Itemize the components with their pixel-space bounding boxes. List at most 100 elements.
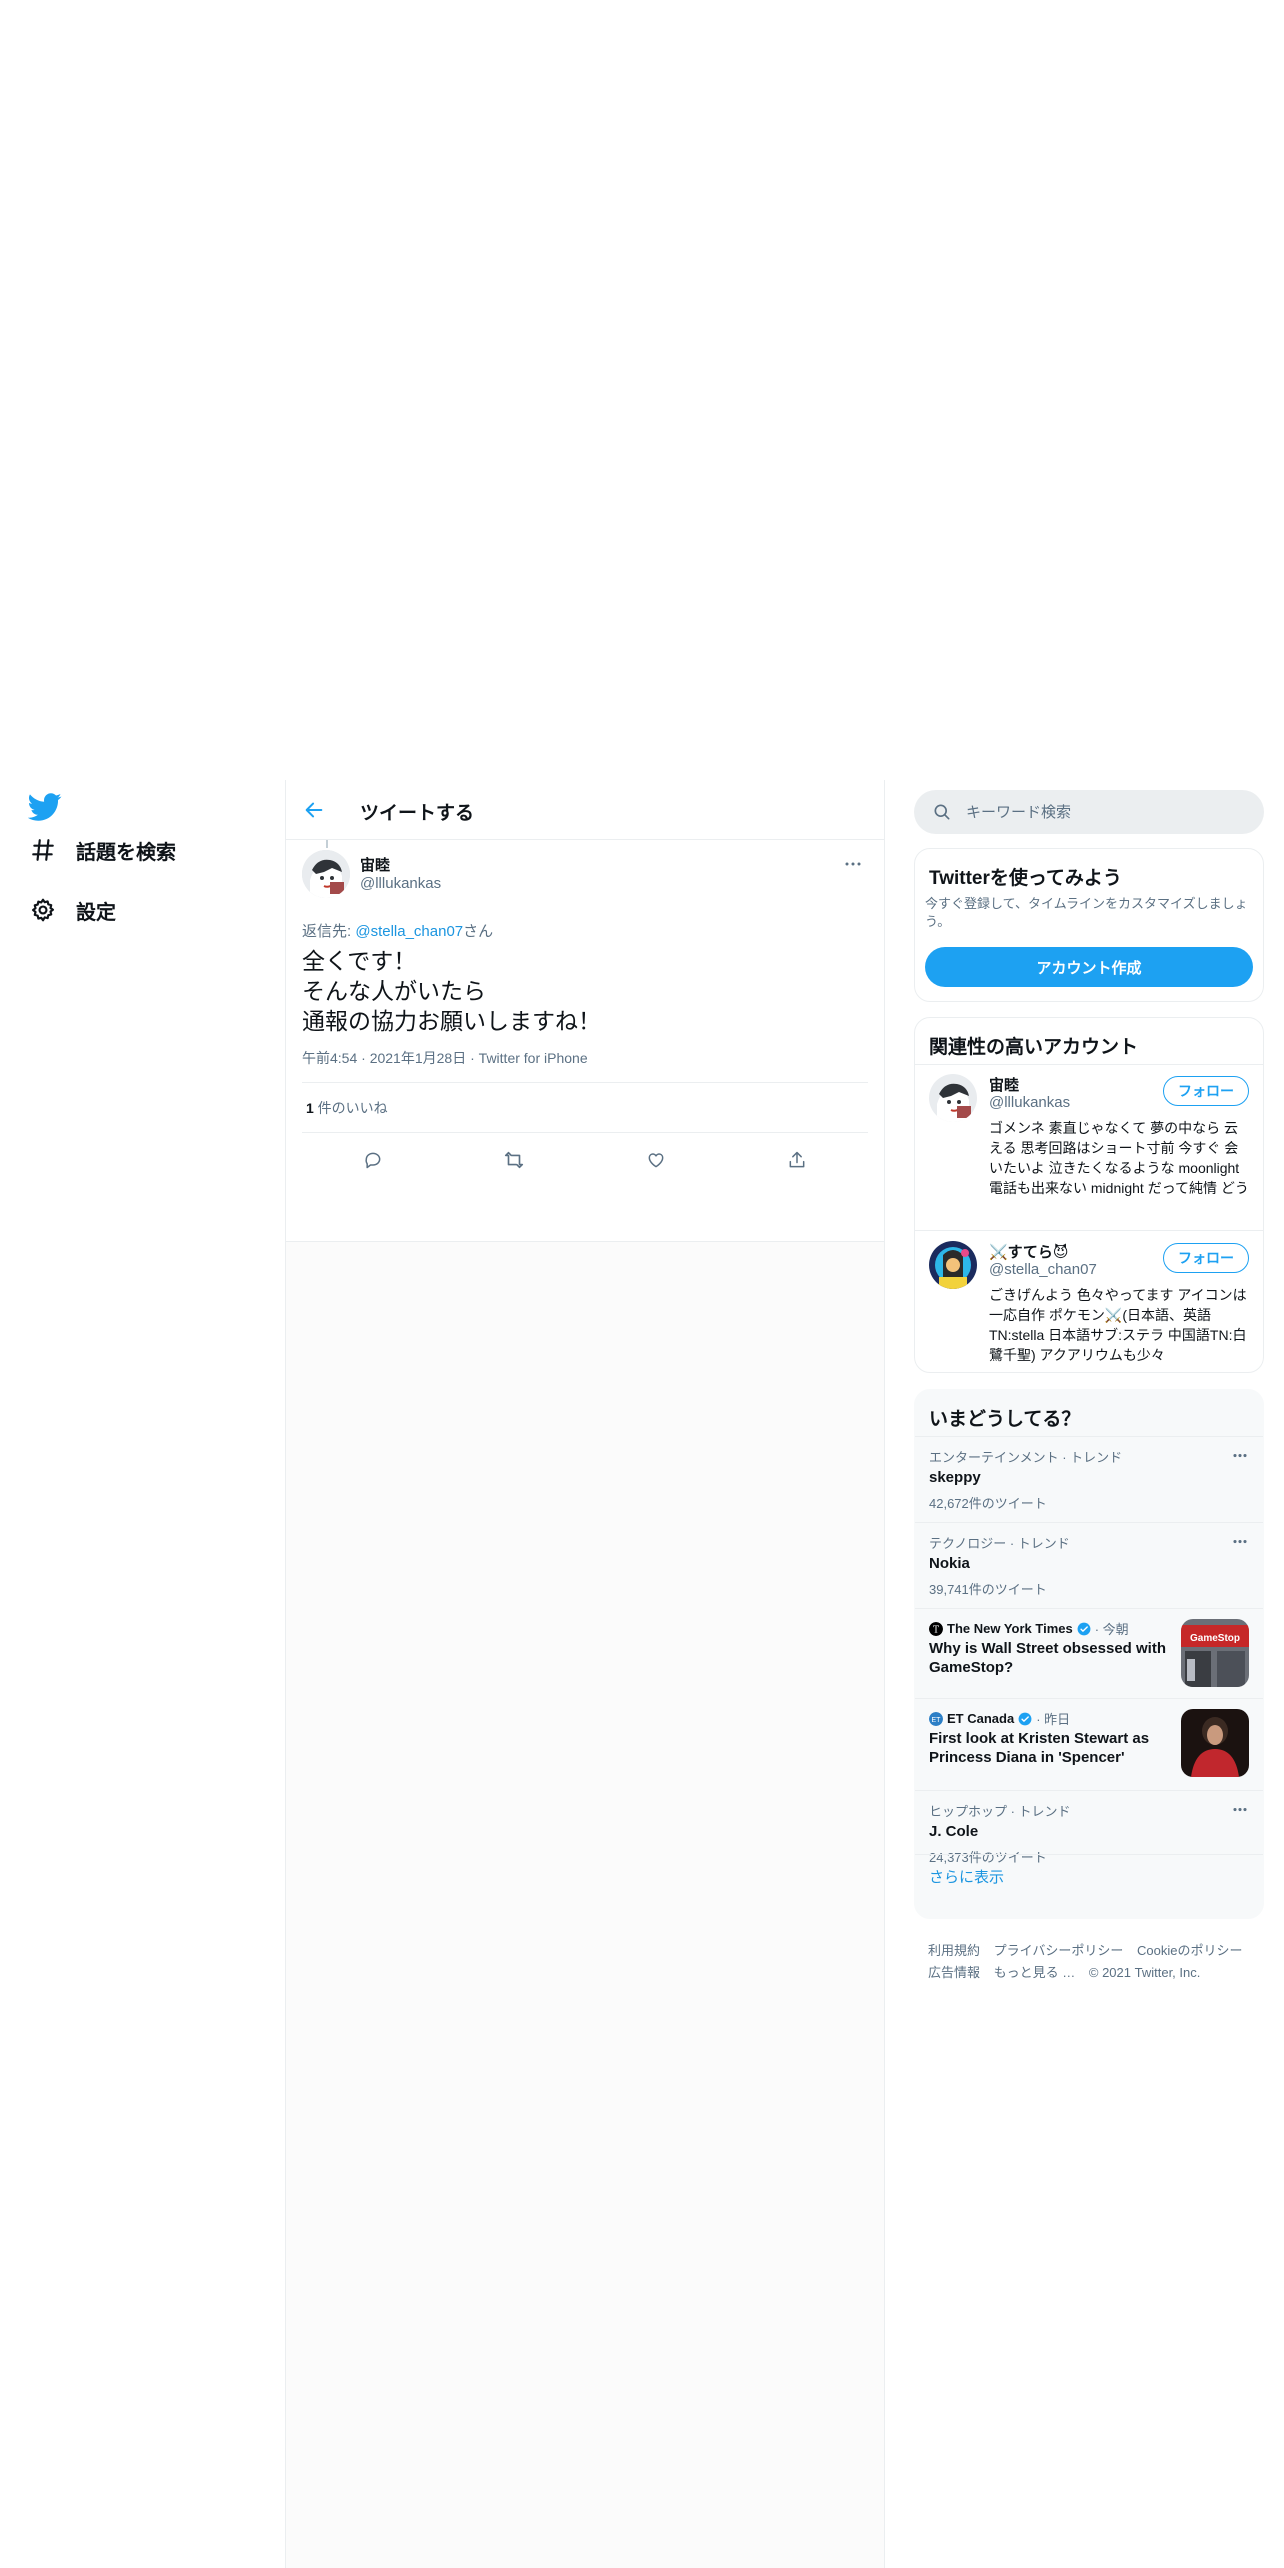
- tweet-author-handle[interactable]: @lllukankas: [360, 875, 441, 892]
- trend-name: skeppy: [929, 1469, 981, 1486]
- nav-explore-label: 話題を検索: [76, 841, 176, 864]
- more-options-icon[interactable]: [1229, 1533, 1251, 1549]
- show-more-link[interactable]: さらに表示: [929, 1866, 1004, 1887]
- search-input[interactable]: [966, 803, 1246, 821]
- trend-count: 39,741件のツイート: [929, 1582, 1047, 1597]
- page-title: ツイートする: [360, 803, 475, 824]
- tweet-date[interactable]: 2021年1月28日: [370, 1050, 467, 1066]
- account-item[interactable]: 宙睦 @lllukankas ゴメンネ 素直じゃなくて 夢の中なら 云える 思考…: [915, 1064, 1263, 1230]
- news-source-name: The New York Times: [947, 1621, 1073, 1636]
- main-header: ツイートする: [286, 780, 884, 840]
- account-item[interactable]: ⚔️すてら😈 @stella_chan07 ごきげんよう 色々やってます アイコ…: [915, 1230, 1263, 1372]
- reply-icon[interactable]: [355, 1142, 391, 1178]
- etcanada-logo-icon: ET: [929, 1711, 943, 1726]
- retweet-icon[interactable]: [496, 1142, 532, 1178]
- heart-icon[interactable]: [638, 1142, 674, 1178]
- footer-link-cookies[interactable]: Cookieのポリシー: [1137, 1943, 1242, 1958]
- tweet-text: 全くです！ そんな人がいたら 通報の協力お願いしますね！: [302, 946, 601, 1036]
- account-handle: @lllukankas: [989, 1094, 1071, 1111]
- follow-button[interactable]: フォロー: [1163, 1076, 1249, 1106]
- signup-description: 今すぐ登録して、タイムラインをカスタマイズしましょう。: [925, 896, 1248, 929]
- more-options-icon[interactable]: [1229, 1447, 1251, 1463]
- trends-title: いまどうしてる？: [929, 1409, 1081, 1430]
- footer: 利用規約 プライバシーポリシー Cookieのポリシー 広告情報 もっと見る ……: [928, 1940, 1258, 1984]
- search-icon: [932, 802, 952, 822]
- back-arrow-icon[interactable]: [296, 792, 332, 828]
- trend-context: エンターテインメント · トレンド: [929, 1450, 1123, 1465]
- tweet-time[interactable]: 午前4:54: [302, 1050, 357, 1066]
- search-bar[interactable]: [914, 790, 1264, 834]
- news-headline: First look at Kristen Stewart as Princes…: [929, 1730, 1150, 1766]
- footer-link-more[interactable]: もっと見る …: [994, 1965, 1076, 1980]
- relevant-title: 関連性の高いアカウント: [929, 1037, 1139, 1058]
- trend-item[interactable]: ヒップホップ · トレンド J. Cole 24,373件のツイート: [915, 1790, 1263, 1865]
- account-bio: ゴメンネ 素直じゃなくて 夢の中なら 云える 思考回路はショート寸前 今すぐ 会…: [989, 1120, 1249, 1196]
- avatar[interactable]: [929, 1241, 977, 1289]
- divider: [302, 1132, 868, 1133]
- trend-name: J. Cole: [929, 1823, 979, 1840]
- tweet-author-name[interactable]: 宙睦: [360, 854, 390, 875]
- nyt-logo-icon: T: [929, 1621, 943, 1636]
- nav-settings[interactable]: 設定: [28, 890, 116, 930]
- tweet-text-line: 全くです！: [302, 948, 417, 974]
- account-handle: @stella_chan07: [989, 1261, 1097, 1278]
- news-source-name: ET Canada: [947, 1711, 1015, 1726]
- more-options-icon[interactable]: [838, 852, 868, 876]
- news-item[interactable]: ET ET Canada · 昨日 First look at Kristen …: [915, 1698, 1263, 1790]
- avatar[interactable]: [302, 850, 350, 898]
- news-source: ET ET Canada · 昨日: [929, 1709, 1070, 1728]
- likes-count: 1: [306, 1100, 314, 1116]
- follow-button[interactable]: フォロー: [1163, 1243, 1249, 1273]
- news-time: · 昨日: [1036, 1712, 1071, 1727]
- reply-to: 返信先: @stella_chan07さん: [302, 920, 493, 941]
- verified-badge-icon: [1018, 1712, 1032, 1725]
- tweet-text-line: そんな人がいたら: [302, 978, 486, 1004]
- footer-link-ads[interactable]: 広告情報: [928, 1965, 980, 1980]
- tweet-timestamp: 午前4:54 · 2021年1月28日 · Twitter for iPhone: [302, 1050, 588, 1066]
- account-name: ⚔️すてら😈: [989, 1244, 1069, 1261]
- trend-name: Nokia: [929, 1555, 970, 1572]
- likes-count-link[interactable]: 1 件のいいね: [306, 1098, 388, 1118]
- trend-item[interactable]: テクノロジー · トレンド Nokia 39,741件のツイート: [915, 1522, 1263, 1608]
- verified-badge-icon: [1077, 1622, 1091, 1635]
- signup-card: Twitterを使ってみよう 今すぐ登録して、タイムラインをカスタマイズしましょ…: [914, 848, 1264, 1002]
- hashtag-icon: [28, 835, 58, 865]
- account-bio: ごきげんよう 色々やってます アイコンは一応自作 ポケモン⚔️(日本語、英語TN…: [989, 1287, 1247, 1363]
- signup-title: Twitterを使ってみよう: [929, 868, 1122, 889]
- tweet-text-line: 通報の協力お願いしますね！: [302, 1008, 601, 1034]
- gear-icon: [28, 895, 58, 925]
- nav-explore[interactable]: 話題を検索: [28, 830, 176, 870]
- trend-item[interactable]: エンターテインメント · トレンド skeppy 42,672件のツイート: [915, 1436, 1263, 1522]
- tweet-detail: 宙睦 @lllukankas 返信先: @stella_chan07さん 全くで…: [286, 840, 884, 1242]
- avatar[interactable]: [929, 1074, 977, 1122]
- more-options-icon[interactable]: [1229, 1801, 1251, 1817]
- svg-text:ET: ET: [932, 1717, 942, 1724]
- trends-card: いまどうしてる？ エンターテインメント · トレンド skeppy 42,672…: [914, 1389, 1264, 1919]
- news-thumbnail: [1181, 1709, 1249, 1777]
- create-account-button[interactable]: アカウント作成: [925, 947, 1253, 987]
- footer-link-terms[interactable]: 利用規約: [928, 1943, 980, 1958]
- account-name: 宙睦: [989, 1077, 1020, 1094]
- trend-context: ヒップホップ · トレンド: [929, 1804, 1071, 1819]
- reply-suffix: さん: [463, 923, 494, 940]
- main-column: ツイートする 宙睦 @lllukankas 返信先: @stella_chan0…: [285, 780, 885, 2568]
- news-item[interactable]: T The New York Times · 今朝 Why is Wall St…: [915, 1608, 1263, 1698]
- news-thumbnail: GameStop: [1181, 1619, 1249, 1687]
- tweet-actions: [302, 1136, 868, 1184]
- relevant-accounts-card: 関連性の高いアカウント 宙睦 @lllukankas ゴメンネ 素直じゃなくて …: [914, 1017, 1264, 1373]
- svg-text:T: T: [933, 1625, 939, 1635]
- divider: [302, 1082, 868, 1083]
- share-icon[interactable]: [779, 1142, 815, 1178]
- news-thumbnail-text: GameStop: [1190, 1633, 1240, 1644]
- reply-prefix: 返信先:: [302, 923, 356, 940]
- nav-settings-label: 設定: [76, 901, 116, 924]
- footer-link-privacy[interactable]: プライバシーポリシー: [994, 1943, 1124, 1958]
- likes-label: 件のいいね: [313, 1100, 388, 1116]
- trend-context: テクノロジー · トレンド: [929, 1536, 1070, 1551]
- footer-copyright: © 2021 Twitter, Inc.: [1088, 1965, 1201, 1980]
- tweet-source[interactable]: Twitter for iPhone: [479, 1050, 588, 1066]
- news-headline: Why is Wall Street obsessed with GameSto…: [929, 1640, 1166, 1676]
- news-source: T The New York Times · 今朝: [929, 1619, 1129, 1638]
- reply-to-handle-link[interactable]: @stella_chan07: [355, 923, 463, 940]
- twitter-bird-icon[interactable]: [27, 790, 62, 824]
